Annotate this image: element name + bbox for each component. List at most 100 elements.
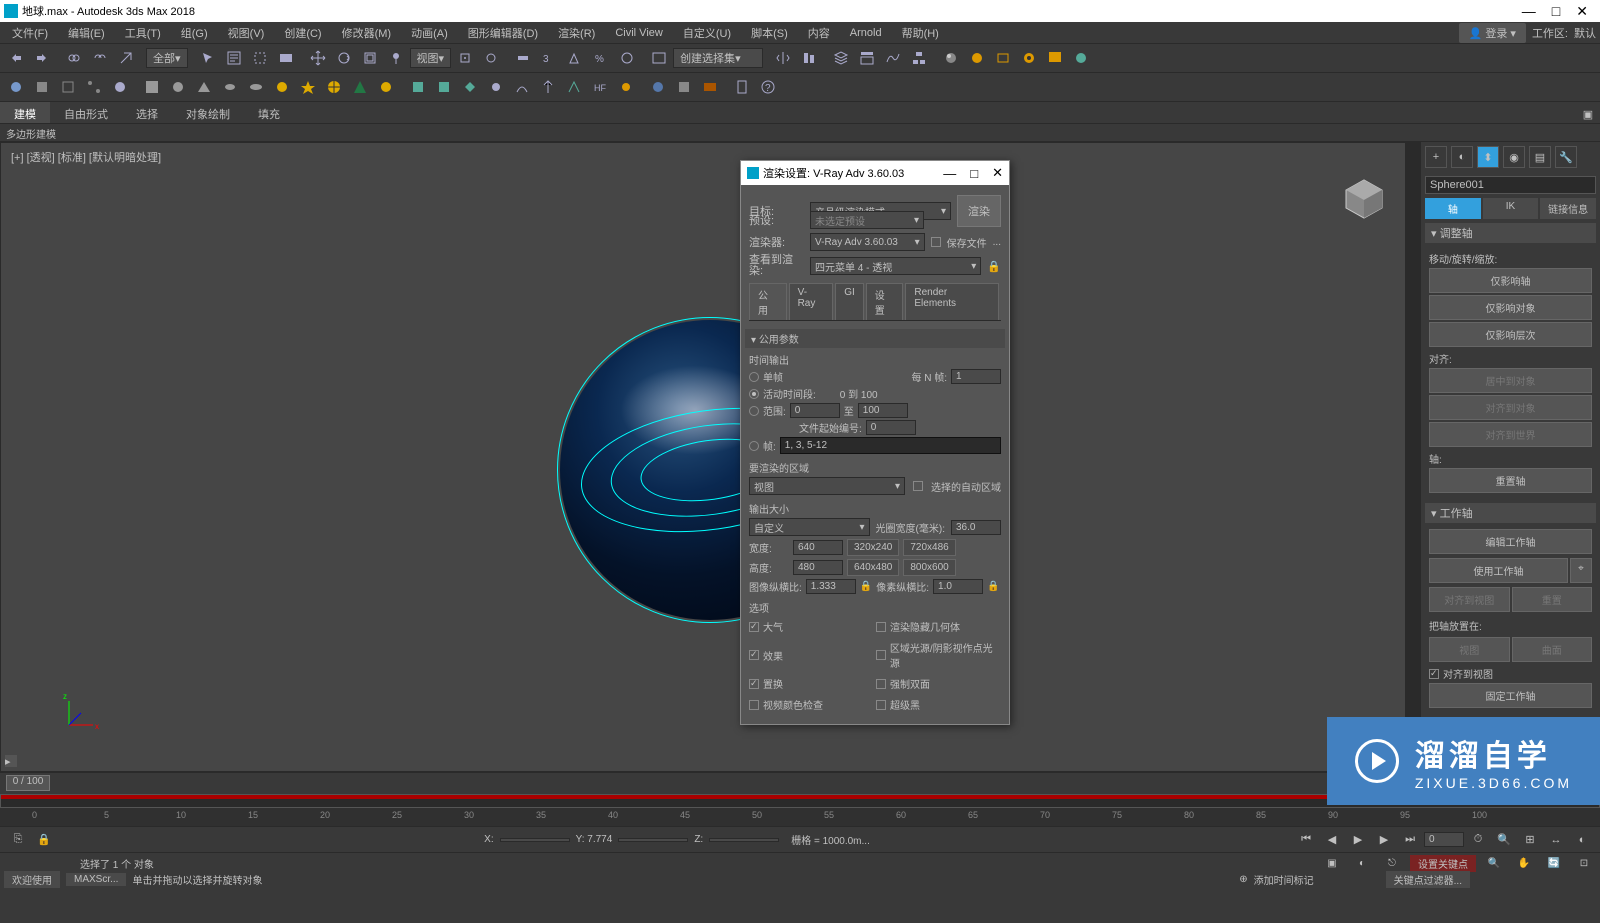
file-start-spinner[interactable]: 0	[866, 420, 916, 435]
tool-1[interactable]	[4, 75, 28, 99]
unlink-button[interactable]	[88, 46, 112, 70]
pixel-aspect-lock-icon[interactable]: 🔒	[987, 581, 999, 592]
tool-14[interactable]	[348, 75, 372, 99]
menu-create[interactable]: 创建(C)	[276, 23, 329, 43]
place-button[interactable]	[384, 46, 408, 70]
time-config-button[interactable]: ⏱	[1466, 828, 1490, 852]
menu-modifiers[interactable]: 修改器(M)	[334, 23, 400, 43]
menu-file[interactable]: 文件(F)	[4, 23, 56, 43]
effects-checkbox[interactable]	[749, 650, 759, 660]
select-window-button[interactable]	[274, 46, 298, 70]
goto-end-button[interactable]: ⏭	[1398, 828, 1422, 852]
link-button[interactable]	[62, 46, 86, 70]
snap-button[interactable]: 3	[537, 46, 561, 70]
tool-4[interactable]	[82, 75, 106, 99]
tool-13[interactable]	[322, 75, 346, 99]
fix-working-pivot-button[interactable]: 固定工作轴	[1429, 683, 1592, 708]
vray-tab[interactable]: V-Ray	[789, 283, 834, 320]
selection-filter[interactable]: 全部 ▾	[146, 48, 188, 68]
ribbon-collapse-icon[interactable]: ▣	[1576, 102, 1600, 126]
pivot-tab[interactable]: 轴	[1425, 198, 1481, 219]
add-time-tag[interactable]: 添加时间标记	[1254, 872, 1314, 887]
select-name-button[interactable]	[222, 46, 246, 70]
menu-help[interactable]: 帮助(H)	[894, 23, 947, 43]
render-frame-button[interactable]	[991, 46, 1015, 70]
tool-27[interactable]	[698, 75, 722, 99]
zoom-all-button[interactable]: ⊞	[1518, 828, 1542, 852]
common-params-header[interactable]: ▾ 公用参数	[745, 329, 1005, 348]
dialog-minimize[interactable]: —	[943, 166, 956, 181]
pixel-aspect-spinner[interactable]: 1.0	[933, 579, 983, 594]
play-button[interactable]: ▶	[1346, 828, 1370, 852]
motion-panel-icon[interactable]: ◉	[1503, 146, 1525, 168]
gi-tab[interactable]: GI	[835, 283, 864, 320]
tool-19[interactable]	[484, 75, 508, 99]
tool-25[interactable]	[646, 75, 670, 99]
bind-button[interactable]	[114, 46, 138, 70]
login-button[interactable]: 👤 登录 ▾	[1459, 23, 1526, 43]
single-frame-radio[interactable]	[749, 372, 759, 382]
ref-coord-system[interactable]: 视图 ▾	[410, 48, 452, 68]
hidden-geom-checkbox[interactable]	[876, 622, 886, 632]
tool-9[interactable]	[218, 75, 242, 99]
atmosphere-checkbox[interactable]	[749, 622, 759, 632]
named-selection-set[interactable]: 创建选择集 ▾	[673, 48, 763, 68]
selection-lock-icon[interactable]: 🔒	[32, 828, 56, 852]
script-listener[interactable]: MAXScr...	[66, 873, 126, 886]
frame-input[interactable]: 0	[1424, 832, 1464, 847]
menu-civilview[interactable]: Civil View	[607, 25, 670, 41]
hierarchy-panel-icon[interactable]: ⬍	[1477, 146, 1499, 168]
affect-object-button[interactable]: 仅影响对象	[1429, 295, 1592, 320]
zoom-extents-button[interactable]: ↔	[1544, 828, 1568, 852]
modify-panel-icon[interactable]: ◐	[1451, 146, 1473, 168]
key-step-mode-icon[interactable]: ⎘	[6, 828, 30, 852]
pick-button[interactable]: ⌖	[1570, 558, 1592, 583]
toggle-ribbon-button[interactable]	[855, 46, 879, 70]
ribbon-tab-modeling[interactable]: 建模	[0, 102, 50, 123]
savefile-checkbox[interactable]	[931, 237, 941, 247]
render-setup-button[interactable]	[965, 46, 989, 70]
material-editor-button[interactable]	[939, 46, 963, 70]
keymode-button[interactable]	[511, 46, 535, 70]
tool-16[interactable]	[406, 75, 430, 99]
aperture-spinner[interactable]: 36.0	[951, 520, 1001, 535]
time-tag-icon[interactable]: ⊕	[1239, 874, 1247, 885]
render-viewport-button[interactable]	[1043, 46, 1067, 70]
tool-2[interactable]	[30, 75, 54, 99]
prev-frame-button[interactable]: ◀	[1320, 828, 1344, 852]
close-button[interactable]: ✕	[1576, 3, 1588, 20]
ik-tab[interactable]: IK	[1483, 198, 1539, 219]
dialog-maximize[interactable]: □	[970, 166, 978, 181]
named-sel-edit-button[interactable]	[647, 46, 671, 70]
tool-12[interactable]	[296, 75, 320, 99]
help-button[interactable]: ?	[756, 75, 780, 99]
tool-28[interactable]	[730, 75, 754, 99]
viewport-label[interactable]: [+] [透视] [标准] [默认明暗处理]	[11, 149, 161, 165]
tool-11[interactable]	[270, 75, 294, 99]
render-button[interactable]	[1017, 46, 1041, 70]
adjust-pivot-header[interactable]: ▾ 调整轴	[1425, 223, 1596, 243]
menu-edit[interactable]: 编辑(E)	[60, 23, 113, 43]
scale-button[interactable]	[358, 46, 382, 70]
select-rect-button[interactable]	[248, 46, 272, 70]
reset-button[interactable]: 重置	[1512, 587, 1593, 612]
adaptive-icon[interactable]: ◐	[1350, 851, 1374, 875]
tool-5[interactable]	[108, 75, 132, 99]
aspect-lock-icon[interactable]: 🔒	[860, 581, 872, 592]
align-to-world-button[interactable]: 对齐到世界	[1429, 422, 1592, 447]
dialog-titlebar[interactable]: 渲染设置: V-Ray Adv 3.60.03 — □ ✕	[741, 161, 1009, 185]
center-to-object-button[interactable]: 居中到对象	[1429, 368, 1592, 393]
lock-view-icon[interactable]: 🔒	[987, 260, 1001, 273]
tool-8[interactable]	[192, 75, 216, 99]
utilities-panel-icon[interactable]: 🔧	[1555, 146, 1577, 168]
maximize-button[interactable]: □	[1552, 3, 1560, 20]
menu-customize[interactable]: 自定义(U)	[675, 23, 739, 43]
viewport-expand-icon[interactable]: ▸	[5, 755, 17, 767]
rotate-button[interactable]	[332, 46, 356, 70]
ribbon-tab-objectpaint[interactable]: 对象绘制	[172, 102, 244, 123]
layer-button[interactable]	[829, 46, 853, 70]
displacement-checkbox[interactable]	[749, 679, 759, 689]
reset-pivot-button[interactable]: 重置轴	[1429, 468, 1592, 493]
next-frame-button[interactable]: ▶	[1372, 828, 1396, 852]
display-panel-icon[interactable]: ▤	[1529, 146, 1551, 168]
